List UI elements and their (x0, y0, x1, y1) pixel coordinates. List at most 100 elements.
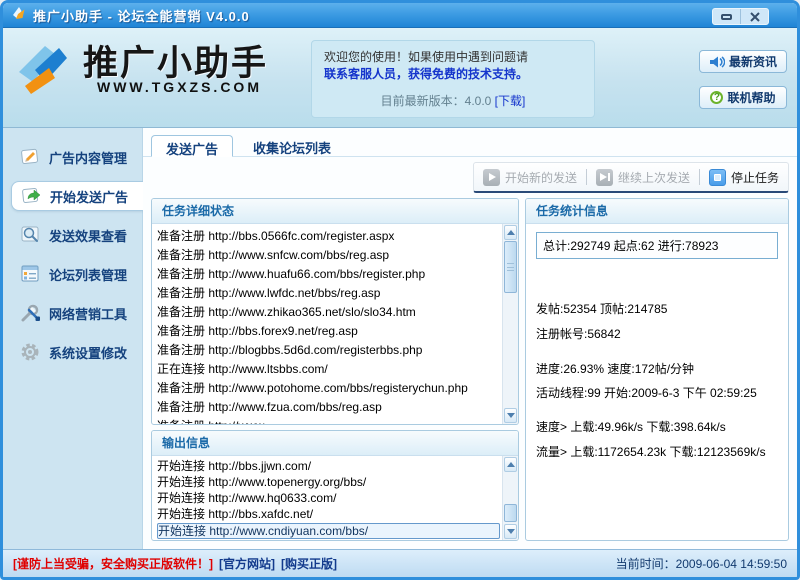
task-status-row[interactable]: 准备注册 http://bbs.forex9.net/reg.asp (157, 322, 500, 341)
start-new-send-button[interactable]: 开始新的发送 (483, 169, 577, 186)
task-status-row[interactable]: 准备注册 http://www.lwfdc.net/bbs/reg.asp (157, 284, 500, 303)
scroll-down-button[interactable] (504, 524, 517, 539)
send-page-icon (20, 185, 42, 207)
sidebar-item-label: 论坛列表管理 (49, 265, 127, 284)
tab-strip: 发送广告 收集论坛列表 (143, 128, 797, 157)
toolbar-divider (586, 169, 587, 185)
stats-body: 总计:292749 起点:62 进行:78923 发帖:52354 顶帖:214… (526, 224, 788, 540)
task-status-row[interactable]: 准备注册 http://bbs.0566fc.com/register.aspx (157, 227, 500, 246)
output-row[interactable]: 开始连接 http://www.topenergy.org/bbs/ (157, 475, 500, 491)
start-new-send-label: 开始新的发送 (505, 169, 577, 186)
tools-icon (19, 302, 41, 324)
task-status-row[interactable]: 准备注册 http://www.snfcw.com/bbs/reg.asp (157, 246, 500, 265)
sidebar-item-ad-content[interactable]: 广告内容管理 (11, 142, 142, 172)
output-scrollbar[interactable] (502, 456, 518, 540)
logo-url: WWW.TGXZS.COM (97, 79, 268, 95)
output-row[interactable]: 开始连接 http://bbs.xafdc.net/ (157, 507, 500, 523)
version-text: 目前最新版本：4.0.0 (381, 94, 495, 108)
resume-icon (596, 169, 613, 186)
scrollbar-track[interactable] (504, 473, 517, 523)
content-area: 发送广告 收集论坛列表 开始新的发送 继续上次发送 (143, 128, 797, 549)
window-controls (712, 8, 769, 25)
scroll-down-button[interactable] (504, 408, 517, 423)
minimize-icon (721, 14, 732, 20)
buy-genuine-link[interactable]: [购买正版] (281, 555, 337, 572)
task-status-row[interactable]: 准备注册 http://www.huafu66.com/bbs/register… (157, 265, 500, 284)
logo-title: 推广小助手 (83, 45, 268, 83)
task-status-list: 准备注册 http://bbs.0566fc.com/register.aspx… (152, 224, 502, 424)
magnifier-icon (19, 224, 41, 246)
task-status-row[interactable]: 准备注册 http://www.potohome.com/bbs/registe… (157, 379, 500, 398)
sidebar-item-label: 广告内容管理 (49, 148, 127, 167)
left-column: 任务详细状态 准备注册 http://bbs.0566fc.com/regist… (151, 198, 519, 541)
sidebar-item-send-results[interactable]: 发送效果查看 (11, 220, 142, 250)
news-button[interactable]: 最新资讯 (699, 50, 787, 73)
continue-last-send-button[interactable]: 继续上次发送 (596, 169, 690, 186)
stop-task-button[interactable]: 停止任务 (709, 169, 779, 186)
task-status-row[interactable]: 准备注册 http://www.zhikao365.net/slo/slo34.… (157, 303, 500, 322)
output-body: 开始连接 http://bbs.jjwn.com/ 开始连接 http://ww… (152, 456, 518, 540)
output-row-selected[interactable]: 开始连接 http://www.cndiyuan.com/bbs/ (157, 523, 500, 539)
edit-note-icon (19, 146, 41, 168)
task-status-row[interactable]: 准备注册 http://www.fzua.com/bbs/reg.asp (157, 398, 500, 417)
scrollbar-thumb[interactable] (504, 504, 517, 522)
scroll-up-button[interactable] (504, 225, 517, 240)
stats-panel: 任务统计信息 总计:292749 起点:62 进行:78923 发帖:52354… (525, 198, 789, 541)
news-button-label: 最新资讯 (729, 53, 777, 70)
sidebar-item-label: 网络营销工具 (49, 304, 127, 323)
titlebar[interactable]: 推广小助手 - 论坛全能营销 V4.0.0 (3, 3, 797, 28)
header: 推广小助手 WWW.TGXZS.COM 欢迎您的使用！如果使用中遇到问题请 联系… (3, 28, 797, 128)
help-button[interactable]: ? 联机帮助 (699, 86, 787, 109)
output-list: 开始连接 http://bbs.jjwn.com/ 开始连接 http://ww… (152, 456, 502, 540)
list-window-icon (19, 263, 41, 285)
minimize-button[interactable] (713, 9, 740, 24)
welcome-box: 欢迎您的使用！如果使用中遇到问题请 联系客服人员，获得免费的技术支持。 目前最新… (311, 40, 595, 118)
scroll-up-button[interactable] (504, 457, 517, 472)
app-logo: 推广小助手 WWW.TGXZS.COM (15, 42, 268, 98)
task-status-row[interactable]: 正在连接 http://www.ltsbbs.com/ (157, 360, 500, 379)
close-button[interactable] (741, 9, 768, 24)
sidebar-item-label: 发送效果查看 (49, 226, 127, 245)
right-column: 任务统计信息 总计:292749 起点:62 进行:78923 发帖:52354… (525, 198, 789, 541)
task-status-body: 准备注册 http://bbs.0566fc.com/register.aspx… (152, 224, 518, 424)
sidebar-item-forum-list[interactable]: 论坛列表管理 (11, 259, 142, 289)
toolbar-divider (699, 169, 700, 185)
stat-posts: 发帖:52354 顶帖:214785 (536, 300, 778, 318)
output-row[interactable]: 开始连接 http://www.hq0633.com/ (157, 491, 500, 507)
download-link[interactable]: [下载] (495, 94, 526, 108)
official-site-link[interactable]: [官方网站] (219, 555, 275, 572)
tab-collect-forums[interactable]: 收集论坛列表 (239, 135, 345, 156)
stat-speed: 速度> 上载:49.96k/s 下载:398.64k/s (536, 418, 778, 436)
stop-task-label: 停止任务 (731, 169, 779, 186)
scrollbar-thumb[interactable] (504, 241, 517, 293)
task-status-panel: 任务详细状态 准备注册 http://bbs.0566fc.com/regist… (151, 198, 519, 425)
sidebar-item-start-sending[interactable]: 开始发送广告 (11, 181, 143, 211)
stat-traffic: 流量> 上载:1172654.23k 下载:12123569k/s (536, 443, 778, 461)
task-status-row[interactable]: 准备注册 http://www (157, 417, 500, 424)
toolbar-row: 开始新的发送 继续上次发送 停止任务 (143, 157, 797, 193)
stats-panel-title: 任务统计信息 (526, 199, 788, 224)
task-status-row[interactable]: 准备注册 http://blogbbs.5d6d.com/registerbbs… (157, 341, 500, 360)
continue-last-send-label: 继续上次发送 (618, 169, 690, 186)
scrollbar-track[interactable] (504, 241, 517, 407)
chevron-down-icon (507, 413, 515, 418)
stats-summary-box: 总计:292749 起点:62 进行:78923 (536, 232, 778, 259)
stop-icon (709, 169, 726, 186)
status-left: [谨防上当受骗，安全购买正版软件！] [官方网站] [购买正版] (13, 555, 337, 572)
version-line: 目前最新版本：4.0.0 [下载] (324, 92, 582, 109)
task-status-scrollbar[interactable] (502, 224, 518, 424)
sidebar-item-marketing-tools[interactable]: 网络营销工具 (11, 298, 142, 328)
close-icon (750, 12, 760, 22)
contact-support-link[interactable]: 联系客服人员，获得免费的技术支持。 (324, 66, 582, 83)
sidebar-item-system-settings[interactable]: 系统设置修改 (11, 337, 142, 367)
app-window: 推广小助手 - 论坛全能营销 V4.0.0 推广小助手 WWW.TGXZS.CO… (0, 0, 800, 580)
tab-send-ads[interactable]: 发送广告 (151, 135, 233, 157)
welcome-line1: 欢迎您的使用！如果使用中遇到问题请 (324, 49, 582, 66)
output-panel: 输出信息 开始连接 http://bbs.jjwn.com/ 开始连接 http… (151, 430, 519, 541)
main-area: 广告内容管理 开始发送广告 发送效果查看 论坛列表管理 (3, 128, 797, 549)
sidebar: 广告内容管理 开始发送广告 发送效果查看 论坛列表管理 (3, 128, 143, 549)
play-icon (483, 169, 500, 186)
logo-text: 推广小助手 WWW.TGXZS.COM (83, 45, 268, 95)
stat-progress: 进度:26.93% 速度:172帖/分钟 (536, 360, 778, 378)
output-row[interactable]: 开始连接 http://bbs.jjwn.com/ (157, 459, 500, 475)
